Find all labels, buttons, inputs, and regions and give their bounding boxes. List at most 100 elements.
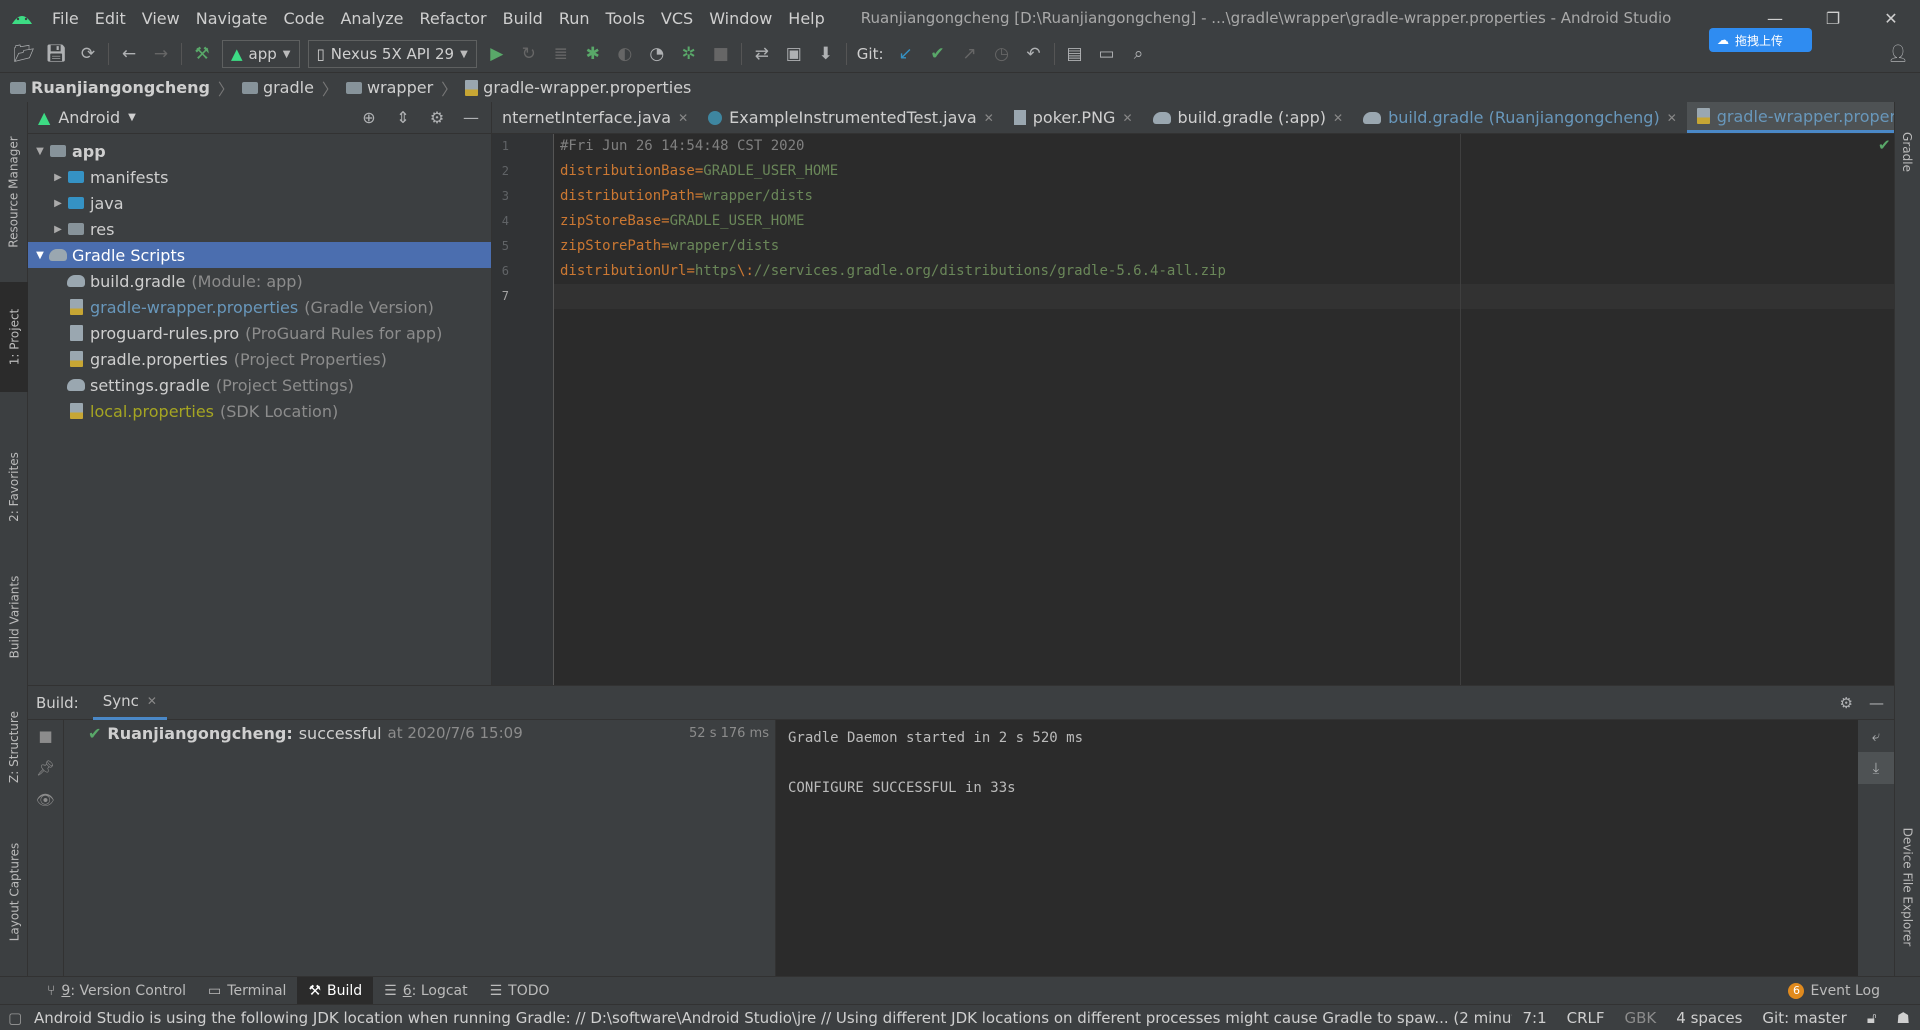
tree-item-build-gradle[interactable]: build.gradle (Module: app) xyxy=(28,268,491,294)
tab-resource-manager[interactable]: Resource Manager xyxy=(0,112,28,272)
tree-item-gradle-properties[interactable]: gradle.properties (Project Properties) xyxy=(28,346,491,372)
menu-code[interactable]: Code xyxy=(276,9,333,28)
tree-item-app[interactable]: ▼ app xyxy=(28,138,491,164)
coverage-icon[interactable]: ◐ xyxy=(609,40,641,68)
back-arrow-icon[interactable]: ← xyxy=(113,40,145,68)
attach-debugger-icon[interactable]: ✲ xyxy=(673,40,705,68)
logcat-button[interactable]: ☰ 6: Logcat xyxy=(373,977,478,1005)
git-history-icon[interactable]: ◷ xyxy=(986,40,1018,68)
build-result-row[interactable]: ✔ Ruanjiangongcheng: successful at 2020/… xyxy=(64,720,775,746)
search-icon[interactable]: ⌕ xyxy=(1123,40,1155,68)
hide-panel-icon[interactable]: — xyxy=(459,108,483,127)
menu-build[interactable]: Build xyxy=(495,9,551,28)
menu-analyze[interactable]: Analyze xyxy=(332,9,411,28)
tab-build-variants[interactable]: Build Variants xyxy=(0,557,28,677)
profile-icon[interactable]: ◔ xyxy=(641,40,673,68)
project-structure-icon[interactable]: ▤ xyxy=(1059,40,1091,68)
avd-manager-icon[interactable]: ▣ xyxy=(778,40,810,68)
close-icon[interactable]: ✕ xyxy=(1122,111,1132,125)
todo-button[interactable]: ☰ TODO xyxy=(479,977,561,1005)
debug-icon[interactable]: ✱ xyxy=(577,40,609,68)
forward-arrow-icon[interactable]: → xyxy=(145,40,177,68)
tab-build-gradle-project[interactable]: build.gradle (Ruanjiangongcheng) ✕ xyxy=(1353,102,1687,133)
breadcrumb-wrapper[interactable]: wrapper xyxy=(345,78,433,97)
tree-item-proguard-rules[interactable]: proguard-rules.pro (ProGuard Rules for a… xyxy=(28,320,491,346)
menu-help[interactable]: Help xyxy=(780,9,832,28)
sdk-manager-icon[interactable]: ⬇ xyxy=(810,40,842,68)
terminal-button[interactable]: ▭ Terminal xyxy=(197,977,297,1005)
build-button[interactable]: ⚒ Build xyxy=(297,976,374,1005)
tab-device-file-explorer[interactable]: Device File Explorer xyxy=(1894,802,1920,972)
close-icon[interactable]: ✕ xyxy=(1862,9,1920,28)
scroll-to-end-icon[interactable]: ⤓ xyxy=(1858,752,1894,784)
pin-icon[interactable]: 📌︎ xyxy=(28,752,63,784)
menu-view[interactable]: View xyxy=(134,9,188,28)
gradle-sync-icon[interactable]: ⇄ xyxy=(746,40,778,68)
close-icon[interactable]: ✕ xyxy=(147,694,157,708)
tab-layout-captures[interactable]: Layout Captures xyxy=(0,822,28,962)
file-encoding[interactable]: GBK xyxy=(1615,1009,1667,1027)
breadcrumb-project[interactable]: Ruanjiangongcheng xyxy=(10,78,210,97)
tab-project[interactable]: 1: Project xyxy=(0,282,28,392)
build-console-output[interactable]: Gradle Daemon started in 2 s 520 ms CONF… xyxy=(776,720,1858,977)
git-push-icon[interactable]: ↗ xyxy=(954,40,986,68)
git-commit-icon[interactable]: ✔ xyxy=(922,40,954,68)
close-icon[interactable]: ✕ xyxy=(984,111,994,125)
event-log-button[interactable]: 6 Event Log xyxy=(1788,982,1920,999)
status-message[interactable]: Android Studio is using the following JD… xyxy=(0,1009,1512,1027)
tree-item-gradle-scripts[interactable]: ▼ Gradle Scripts xyxy=(28,242,491,268)
close-icon[interactable]: ✕ xyxy=(678,111,688,125)
inspection-ok-icon[interactable]: ✔ xyxy=(1878,136,1891,154)
make-project-hammer-icon[interactable]: ⚒ xyxy=(186,40,218,68)
menu-run[interactable]: Run xyxy=(551,9,598,28)
caret-position[interactable]: 7:1 xyxy=(1512,1009,1556,1027)
tree-item-manifests[interactable]: ▶ manifests xyxy=(28,164,491,190)
tab-favorites[interactable]: 2: Favorites xyxy=(0,432,28,542)
open-folder-icon[interactable]: 📂︎ xyxy=(8,40,40,68)
user-avatar-icon[interactable]: 👤︎ xyxy=(1882,40,1914,68)
code-editor[interactable]: #Fri Jun 26 14:54:48 CST 2020 distributi… xyxy=(554,134,1894,685)
version-control-button[interactable]: ⑂ 9: Version Control xyxy=(36,977,197,1005)
module-select[interactable]: ▲ app ▼ xyxy=(222,40,300,68)
close-icon[interactable]: ✕ xyxy=(1333,111,1343,125)
tab-poker-png[interactable]: poker.PNG ✕ xyxy=(1004,102,1143,133)
project-view-select[interactable]: ▲ Android ▼ xyxy=(38,108,136,127)
menu-tools[interactable]: Tools xyxy=(598,9,653,28)
eye-icon[interactable]: 👁︎ xyxy=(28,784,63,816)
memory-indicator-icon[interactable]: ☗ xyxy=(1887,1009,1920,1027)
stop-icon[interactable]: ■ xyxy=(705,40,737,68)
run-icon[interactable]: ▶ xyxy=(481,40,513,68)
tree-item-local-properties[interactable]: local.properties (SDK Location) xyxy=(28,398,491,424)
line-separator[interactable]: CRLF xyxy=(1557,1009,1615,1027)
tree-item-settings-gradle[interactable]: settings.gradle (Project Settings) xyxy=(28,372,491,398)
tab-gradle[interactable]: Gradle xyxy=(1894,112,1920,192)
minimize-icon[interactable]: — xyxy=(1746,9,1804,28)
stop-icon[interactable]: ■ xyxy=(28,720,63,752)
indent-setting[interactable]: 4 spaces xyxy=(1666,1009,1752,1027)
status-window-icon[interactable]: ▢ xyxy=(8,1009,22,1027)
device-select[interactable]: ▯ Nexus 5X API 29 ▼ xyxy=(307,40,477,68)
tab-example-instrumented-test[interactable]: ExampleInstrumentedTest.java ✕ xyxy=(698,102,1004,133)
git-rollback-icon[interactable]: ↶ xyxy=(1018,40,1050,68)
git-branch[interactable]: Git: master xyxy=(1752,1009,1856,1027)
tab-build-gradle-app[interactable]: build.gradle (:app) ✕ xyxy=(1143,102,1354,133)
collapse-all-icon[interactable]: ⇕ xyxy=(391,108,415,127)
soft-wrap-icon[interactable]: ⤶ xyxy=(1858,720,1894,752)
tab-sync[interactable]: Sync ✕ xyxy=(92,686,167,720)
git-update-icon[interactable]: ↙ xyxy=(890,40,922,68)
menu-edit[interactable]: Edit xyxy=(87,9,134,28)
tab-gradle-wrapper-properties[interactable]: gradle-wrapper.properties xyxy=(1686,102,1894,133)
menu-vcs[interactable]: VCS xyxy=(653,9,701,28)
hide-panel-icon[interactable]: — xyxy=(1869,694,1884,712)
tree-item-java[interactable]: ▶ java xyxy=(28,190,491,216)
menu-file[interactable]: File xyxy=(44,9,87,28)
breadcrumb-file[interactable]: gradle-wrapper.properties xyxy=(465,78,691,97)
menu-window[interactable]: Window xyxy=(701,9,780,28)
breadcrumb-gradle[interactable]: gradle xyxy=(241,78,314,97)
save-all-icon[interactable]: 💾︎ xyxy=(40,40,72,68)
restore-icon[interactable]: ❐ xyxy=(1804,9,1862,28)
gear-icon[interactable]: ⚙ xyxy=(425,108,449,127)
apply-changes-icon[interactable]: ≣ xyxy=(545,40,577,68)
tab-internet-interface[interactable]: nternetInterface.java ✕ xyxy=(492,102,698,133)
tree-item-res[interactable]: ▶ res xyxy=(28,216,491,242)
